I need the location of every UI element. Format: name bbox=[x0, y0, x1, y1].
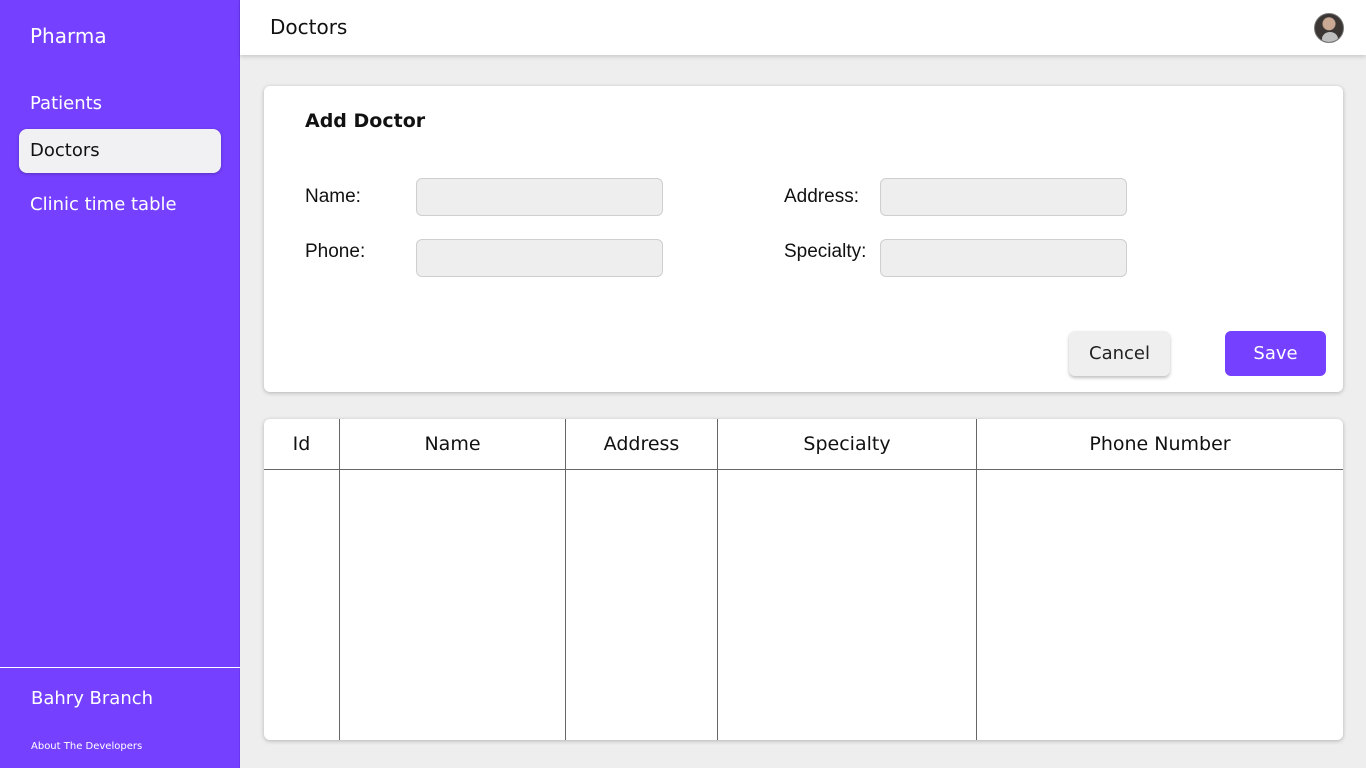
sidebar-item-label: Doctors bbox=[30, 140, 100, 161]
address-label: Address: bbox=[784, 186, 859, 207]
column-header-name: Name bbox=[424, 433, 481, 455]
about-developers-link[interactable]: About The Developers bbox=[31, 741, 142, 752]
address-input[interactable] bbox=[880, 178, 1127, 216]
phone-label: Phone: bbox=[305, 241, 366, 262]
sidebar-item-label: Patients bbox=[30, 93, 103, 114]
column-divider bbox=[565, 419, 566, 740]
column-divider bbox=[339, 419, 340, 740]
save-button[interactable]: Save bbox=[1225, 331, 1326, 376]
doctors-table: Id Name Address Specialty Phone Number bbox=[264, 419, 1343, 740]
table-header-divider bbox=[264, 469, 1343, 470]
sidebar-item-patients[interactable]: Patients bbox=[19, 82, 221, 126]
brand-name: Pharma bbox=[30, 24, 107, 48]
specialty-input[interactable] bbox=[880, 239, 1127, 277]
specialty-label: Specialty: bbox=[784, 241, 867, 262]
page-title: Doctors bbox=[270, 15, 348, 39]
column-header-id: Id bbox=[292, 433, 311, 455]
name-label: Name: bbox=[305, 186, 361, 207]
sidebar-item-clinic-time-table[interactable]: Clinic time table bbox=[19, 183, 221, 227]
cancel-button[interactable]: Cancel bbox=[1069, 331, 1170, 376]
column-header-phone-number: Phone Number bbox=[1089, 433, 1231, 455]
branch-name: Bahry Branch bbox=[31, 688, 154, 709]
app-root: Pharma Patients Doctors Clinic time tabl… bbox=[0, 0, 1366, 768]
column-divider bbox=[717, 419, 718, 740]
add-doctor-card: Add Doctor Name: Phone: Address: Special… bbox=[264, 86, 1343, 392]
sidebar: Pharma Patients Doctors Clinic time tabl… bbox=[0, 0, 240, 768]
sidebar-divider bbox=[0, 667, 240, 668]
form-title: Add Doctor bbox=[305, 110, 426, 132]
sidebar-item-doctors[interactable]: Doctors bbox=[19, 129, 221, 173]
phone-input[interactable] bbox=[416, 239, 663, 277]
column-divider bbox=[976, 419, 977, 740]
top-header: Doctors bbox=[240, 0, 1366, 55]
column-header-address: Address bbox=[603, 433, 680, 455]
name-input[interactable] bbox=[416, 178, 663, 216]
sidebar-item-label: Clinic time table bbox=[30, 194, 177, 215]
user-avatar-icon[interactable] bbox=[1314, 13, 1344, 43]
column-header-specialty: Specialty bbox=[803, 433, 891, 455]
